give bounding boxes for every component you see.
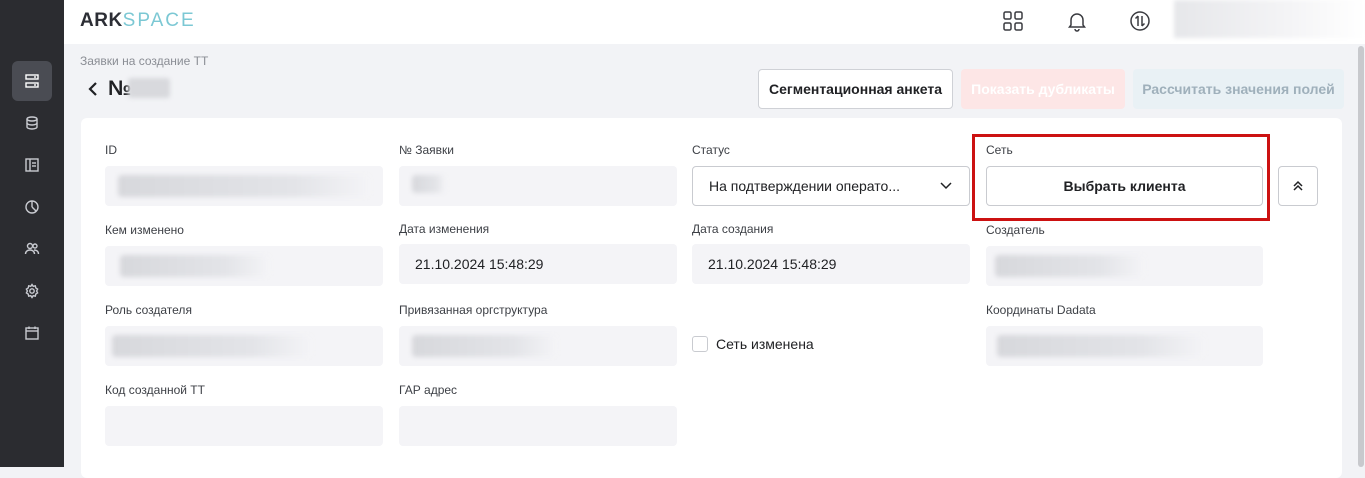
calculate-fields-button[interactable]: Рассчитать значения полей xyxy=(1133,69,1344,109)
request-no-value-redacted xyxy=(412,175,446,193)
sidebar xyxy=(0,0,64,467)
dadata-value-redacted xyxy=(997,335,1205,357)
creator-role-label: Роль создателя xyxy=(105,303,192,317)
request-no-label: № Заявки xyxy=(399,143,454,157)
scrollbar-thumb[interactable] xyxy=(1358,46,1364,467)
creator-role-value-redacted xyxy=(112,335,312,357)
sync-button[interactable] xyxy=(1128,9,1152,33)
breadcrumb[interactable]: Заявки на создание ТТ xyxy=(80,54,208,68)
highlight-box xyxy=(972,134,1270,221)
show-duplicates-button[interactable]: Показать дубликаты xyxy=(961,69,1125,109)
network-changed-checkbox[interactable] xyxy=(692,336,708,352)
gar-address-label: ГАР адрес xyxy=(399,383,458,397)
creator-label: Создатель xyxy=(986,223,1045,237)
logo-text-primary: ARK xyxy=(80,10,123,31)
chevron-left-icon xyxy=(88,82,97,96)
status-label: Статус xyxy=(692,143,730,157)
dadata-label: Координаты Dadata xyxy=(986,303,1096,317)
changed-by-value-redacted xyxy=(120,255,270,277)
changed-by-label: Кем изменено xyxy=(105,223,184,237)
gear-icon xyxy=(25,283,39,299)
chevron-down-icon xyxy=(940,182,952,190)
chevrons-up-icon xyxy=(1293,180,1303,191)
calendar-icon xyxy=(25,326,39,340)
sidebar-item-settings[interactable] xyxy=(12,271,52,311)
created-date-field[interactable]: 21.10.2024 15:48:29 xyxy=(692,244,970,284)
gar-address-field[interactable] xyxy=(399,406,677,446)
sidebar-item-database[interactable] xyxy=(12,103,52,143)
pie-chart-icon xyxy=(25,200,39,214)
status-select[interactable]: На подтверждении операто... xyxy=(692,166,970,206)
notifications-button[interactable] xyxy=(1065,9,1089,33)
grid-icon xyxy=(1003,11,1023,31)
org-structure-value-redacted xyxy=(412,335,557,357)
list-icon xyxy=(25,74,39,88)
sidebar-item-reports[interactable] xyxy=(12,187,52,227)
changed-date-label: Дата изменения xyxy=(399,222,490,236)
sidebar-item-requests[interactable] xyxy=(12,61,52,101)
created-tt-code-field[interactable] xyxy=(105,406,383,446)
layout-icon xyxy=(25,158,39,172)
users-icon xyxy=(24,242,40,255)
database-icon xyxy=(26,116,38,130)
org-structure-label: Привязанная оргструктура xyxy=(399,303,548,317)
segmentation-button[interactable]: Сегментационная анкета xyxy=(758,69,953,109)
id-value-redacted xyxy=(118,175,370,197)
request-number-redacted xyxy=(128,78,170,98)
sync-icon xyxy=(1130,11,1150,31)
created-date-label: Дата создания xyxy=(692,222,774,236)
apps-grid-button[interactable] xyxy=(1001,9,1025,33)
sidebar-item-users[interactable] xyxy=(12,229,52,269)
creator-value-redacted xyxy=(995,255,1145,277)
created-tt-code-label: Код созданной ТТ xyxy=(105,383,205,397)
back-button[interactable] xyxy=(84,78,102,100)
collapse-button[interactable] xyxy=(1278,166,1318,206)
sidebar-item-calendar[interactable] xyxy=(12,313,52,353)
bell-icon xyxy=(1068,13,1086,32)
status-value: На подтверждении операто... xyxy=(709,178,900,194)
sidebar-item-layout[interactable] xyxy=(12,145,52,185)
id-label: ID xyxy=(105,143,117,157)
logo-text-secondary: SPACE xyxy=(122,10,196,31)
app-logo[interactable]: ARKSPACE xyxy=(80,10,196,32)
topbar: ARKSPACE xyxy=(64,0,1365,44)
network-changed-label[interactable]: Сеть изменена xyxy=(716,336,814,352)
changed-date-field[interactable]: 21.10.2024 15:48:29 xyxy=(399,244,677,284)
user-profile[interactable] xyxy=(1174,0,1365,38)
